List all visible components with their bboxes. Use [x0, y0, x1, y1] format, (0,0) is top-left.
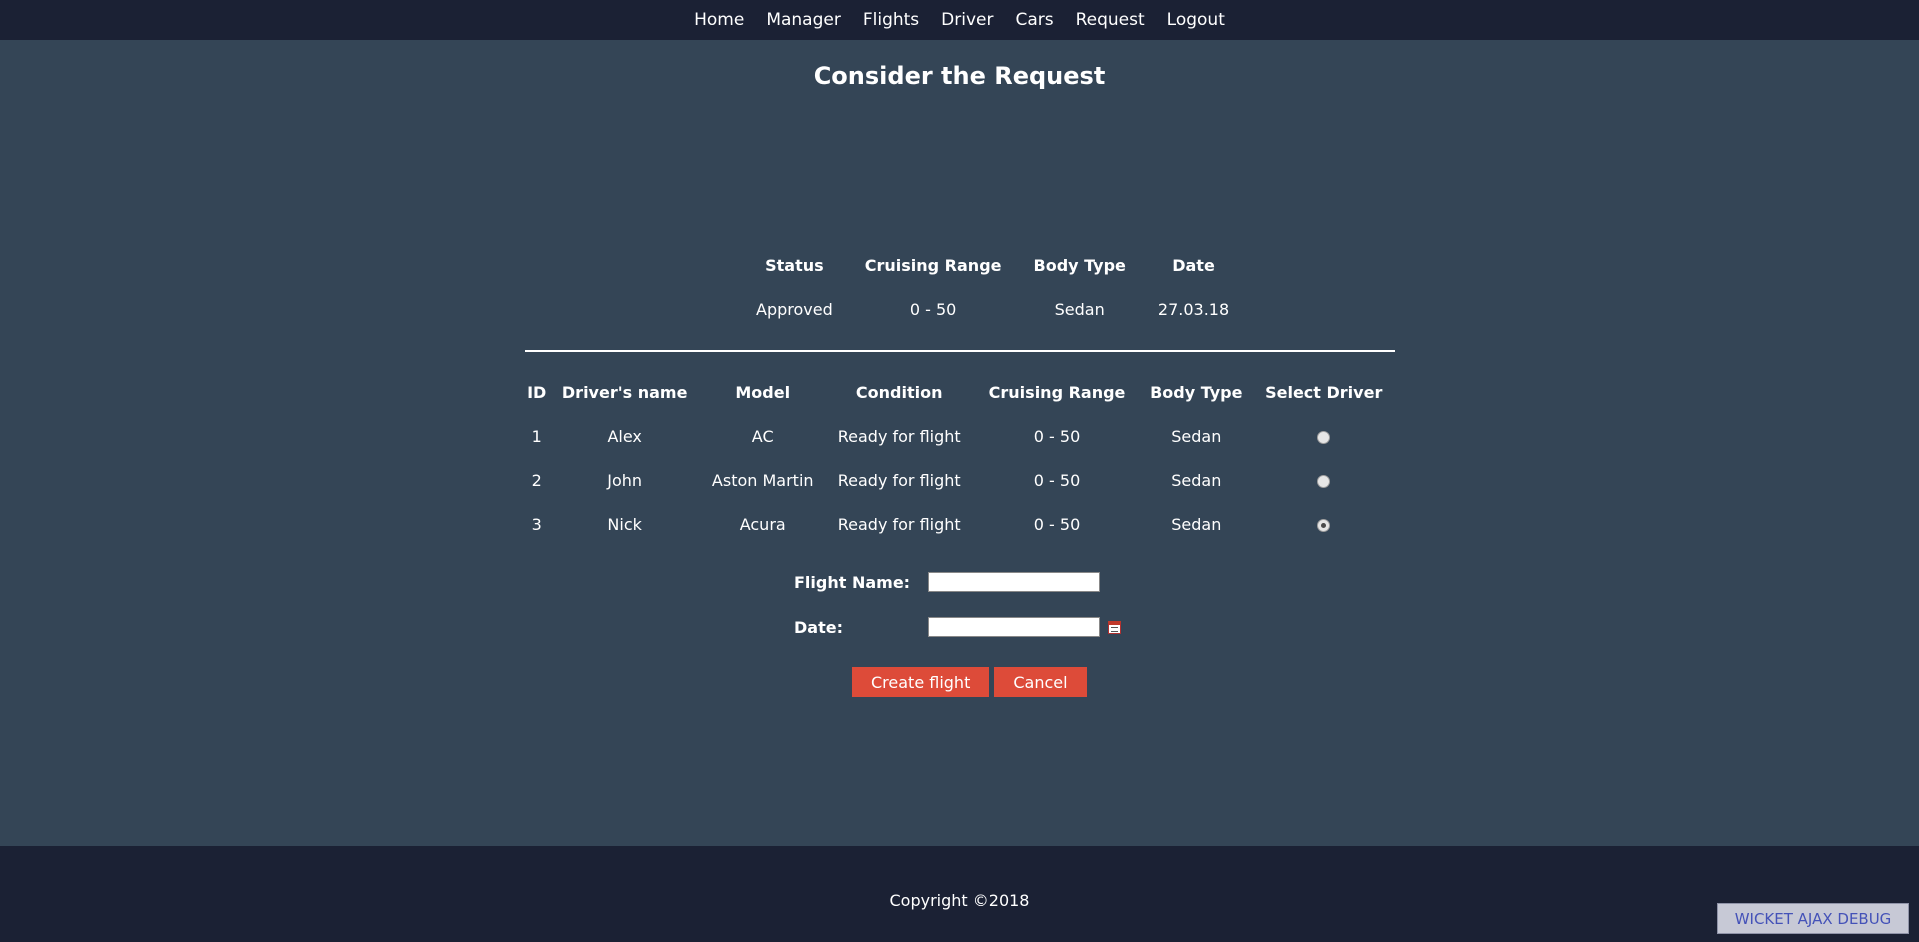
- copyright-text: Copyright ©2018: [889, 891, 1030, 910]
- car-model: Aston Martin: [711, 470, 814, 490]
- driver-name: Alex: [607, 426, 642, 446]
- select-driver-radio[interactable]: [1317, 474, 1331, 488]
- nav-flights-link[interactable]: Flights: [863, 10, 919, 30]
- request-body-type: Sedan: [1054, 299, 1105, 319]
- header-body-type: Body Type: [1150, 382, 1243, 402]
- car-model: Acura: [739, 514, 786, 534]
- wicket-ajax-debug-button[interactable]: WICKET AJAX DEBUG: [1717, 903, 1909, 934]
- select-driver-cell: [1252, 458, 1395, 502]
- request-date: 27.03.18: [1157, 299, 1230, 319]
- header-driver-name: Driver's name: [561, 382, 688, 402]
- nav-manager-link[interactable]: Manager: [766, 10, 841, 30]
- car-model: AC: [751, 426, 774, 446]
- car-body-type: Sedan: [1171, 426, 1222, 446]
- top-nav: Home Manager Flights Driver Cars Request…: [0, 0, 1919, 40]
- cancel-button[interactable]: Cancel: [994, 667, 1087, 697]
- header-model: Model: [735, 382, 791, 402]
- select-driver-radio[interactable]: [1317, 518, 1331, 532]
- table-row: 1 Alex AC Ready for flight 0 - 50 Sedan: [525, 414, 1395, 458]
- car-body-type: Sedan: [1171, 514, 1222, 534]
- flight-name-row: Flight Name:: [794, 572, 1100, 592]
- request-header-date: Date: [1172, 255, 1215, 275]
- request-cruising-range: 0 - 50: [909, 299, 957, 319]
- date-label: Date:: [794, 617, 843, 637]
- date-input[interactable]: [928, 617, 1100, 637]
- form-actions: Create flight Cancel: [852, 667, 1087, 697]
- request-summary-table: Status Cruising Range Body Type Date App…: [740, 243, 1245, 331]
- nav-cars-link[interactable]: Cars: [1015, 10, 1053, 30]
- nav-home-link[interactable]: Home: [694, 10, 744, 30]
- header-id: ID: [527, 382, 547, 402]
- select-driver-radio[interactable]: [1317, 430, 1331, 444]
- header-select-driver: Select Driver: [1265, 382, 1383, 402]
- header-cruising-range: Cruising Range: [988, 382, 1126, 402]
- request-header-body-type: Body Type: [1033, 255, 1126, 275]
- car-cruising-range: 0 - 50: [1033, 426, 1081, 446]
- drivers-table: ID Driver's name Model Condition Cruisin…: [525, 370, 1395, 546]
- table-row: 3 Nick Acura Ready for flight 0 - 50 Sed…: [525, 502, 1395, 546]
- nav-driver-link[interactable]: Driver: [941, 10, 993, 30]
- nav-logout-link[interactable]: Logout: [1167, 10, 1225, 30]
- car-condition: Ready for flight: [837, 470, 961, 490]
- select-driver-cell: [1252, 502, 1395, 546]
- driver-id: 1: [531, 426, 542, 446]
- date-row: Date:: [794, 617, 1121, 637]
- page-title: Consider the Request: [813, 62, 1106, 90]
- create-flight-button[interactable]: Create flight: [852, 667, 990, 697]
- request-status: Approved: [756, 299, 833, 319]
- request-value-row: Approved 0 - 50 Sedan 27.03.18: [740, 287, 1245, 331]
- calendar-icon[interactable]: [1108, 620, 1121, 634]
- flight-name-label: Flight Name:: [794, 572, 911, 592]
- car-condition: Ready for flight: [837, 426, 961, 446]
- request-header-cruising-range: Cruising Range: [864, 255, 1002, 275]
- footer: Copyright ©2018 WICKET AJAX DEBUG: [0, 846, 1919, 942]
- header-condition: Condition: [855, 382, 943, 402]
- car-condition: Ready for flight: [837, 514, 961, 534]
- car-body-type: Sedan: [1171, 470, 1222, 490]
- request-header-status: Status: [765, 255, 824, 275]
- driver-name: John: [607, 470, 643, 490]
- select-driver-cell: [1252, 414, 1395, 458]
- car-cruising-range: 0 - 50: [1033, 470, 1081, 490]
- table-row: 2 John Aston Martin Ready for flight 0 -…: [525, 458, 1395, 502]
- flight-name-input[interactable]: [928, 572, 1100, 592]
- drivers-header-row: ID Driver's name Model Condition Cruisin…: [525, 370, 1395, 414]
- driver-id: 2: [531, 470, 542, 490]
- main-content: Consider the Request Status Cruising Ran…: [0, 40, 1919, 846]
- car-cruising-range: 0 - 50: [1033, 514, 1081, 534]
- request-header-row: Status Cruising Range Body Type Date: [740, 243, 1245, 287]
- driver-id: 3: [531, 514, 542, 534]
- section-divider: [525, 350, 1395, 352]
- driver-name: Nick: [607, 514, 642, 534]
- nav-request-link[interactable]: Request: [1076, 10, 1145, 30]
